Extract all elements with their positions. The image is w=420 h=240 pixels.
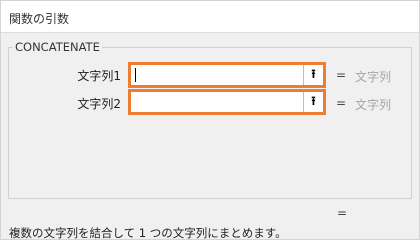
collapse-arrow-icon[interactable]: ⭱ <box>303 92 323 112</box>
arg2-label: 文字列2 <box>77 97 121 111</box>
arg1-result: 文字列 <box>355 70 392 84</box>
function-name-label: CONCATENATE <box>13 40 102 54</box>
collapse-arrow-icon[interactable]: ⭱ <box>303 65 323 85</box>
dialog-title: 関数の引数 <box>9 12 70 26</box>
arg1-equals: = <box>336 68 347 82</box>
arg2-field[interactable]: ⭱ <box>128 89 326 115</box>
arg2-equals: = <box>336 96 347 110</box>
function-description: 複数の文字列を結合して 1 つの文字列にまとめます。 <box>9 226 287 240</box>
dialog-title-bar[interactable]: 関数の引数 <box>1 1 419 33</box>
arg2-result: 文字列 <box>355 98 392 112</box>
function-arguments-dialog: 関数の引数 CONCATENATE 文字列1 ⭱ = 文字列 文字列2 ⭱ = … <box>0 0 420 240</box>
arg2-input[interactable] <box>131 92 303 112</box>
result-equals: = <box>337 206 348 220</box>
arg1-field[interactable]: ⭱ <box>128 62 326 88</box>
text-caret <box>135 68 136 82</box>
arg1-input[interactable] <box>131 65 303 85</box>
arg1-label: 文字列1 <box>77 69 121 83</box>
